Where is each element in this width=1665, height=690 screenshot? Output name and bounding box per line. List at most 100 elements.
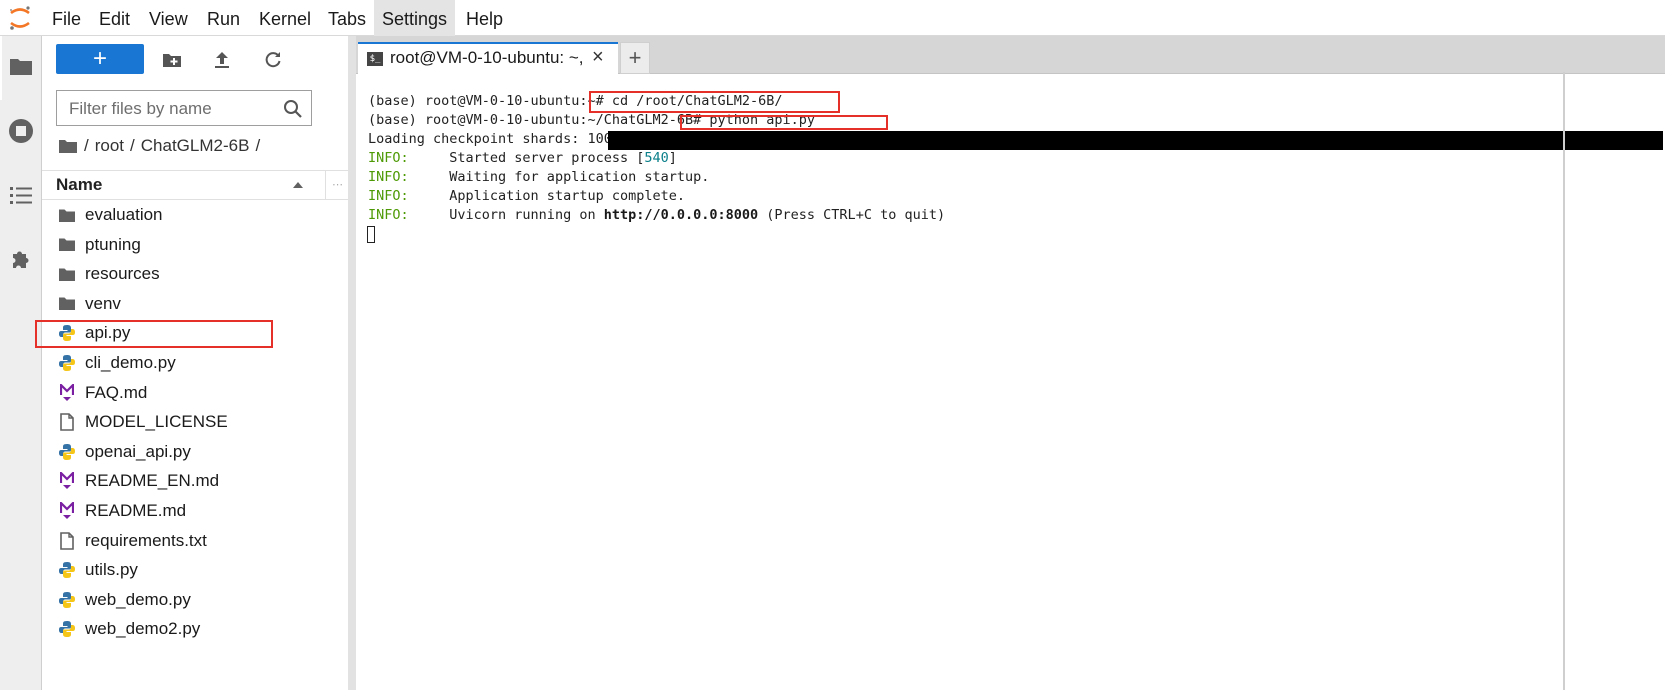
tab-label: root@VM-0-10-ubuntu: ~,: [390, 48, 584, 67]
file-name: cli_demo.py: [85, 353, 176, 372]
upload-button[interactable]: [210, 48, 234, 72]
python-file-icon: [58, 443, 76, 461]
python-file-icon: [58, 561, 76, 579]
file-item[interactable]: utils.py: [42, 556, 348, 585]
file-item[interactable]: README_EN.md: [42, 467, 348, 496]
file-browser-toolbar: +: [42, 36, 348, 86]
menu-edit[interactable]: Edit: [91, 0, 138, 36]
info-tag: INFO:: [368, 188, 409, 204]
breadcrumb-root[interactable]: root: [95, 136, 124, 156]
file-item[interactable]: openai_api.py: [42, 438, 348, 467]
process-id: 540: [644, 150, 669, 166]
file-name: venv: [85, 293, 121, 313]
folder-icon: [58, 236, 76, 254]
file-item[interactable]: web_demo.py: [42, 586, 348, 615]
terminal-output[interactable]: (base) root@VM-0-10-ubuntu:~# cd /root/C…: [356, 82, 1665, 690]
terminal-line: INFO: Application startup complete.: [368, 187, 685, 206]
menu-kernel[interactable]: Kernel: [251, 0, 319, 36]
menu-settings[interactable]: Settings: [374, 0, 456, 36]
menu-help[interactable]: Help: [458, 0, 511, 36]
info-tag: INFO:: [368, 207, 409, 223]
folder-item[interactable]: resources: [42, 260, 348, 289]
extensions-tab[interactable]: [6, 245, 36, 275]
stop-circle-icon: [9, 119, 33, 143]
breadcrumb: / root / ChatGLM2-6B /: [58, 134, 260, 158]
new-folder-icon: [163, 54, 181, 67]
info-tag: INFO:: [368, 169, 409, 185]
file-item[interactable]: requirements.txt: [42, 527, 348, 556]
file-name: README.md: [85, 501, 187, 520]
terminal-prompt: (base) root@VM-0-10-ubuntu:~#: [368, 93, 612, 109]
terminal-prompt: (base) root@VM-0-10-ubuntu:~/ChatGLM2-6B…: [368, 112, 710, 128]
loading-progress-bar: [608, 131, 1663, 150]
refresh-button[interactable]: [261, 48, 285, 72]
folder-icon: [10, 59, 32, 75]
panel-splitter[interactable]: [348, 36, 356, 690]
main-area: $_ root@VM-0-10-ubuntu: ~, × + (base) ro…: [356, 36, 1665, 690]
breadcrumb-separator: /: [255, 136, 261, 155]
main-scrollbar[interactable]: [1563, 72, 1565, 690]
close-icon[interactable]: ×: [592, 46, 604, 69]
plus-icon: +: [92, 45, 107, 72]
toc-tab[interactable]: [6, 180, 36, 210]
menu-tabs[interactable]: Tabs: [320, 0, 374, 36]
terminal-line: INFO: Waiting for application startup.: [368, 168, 709, 187]
file-icon: [58, 413, 76, 431]
filter-files-field[interactable]: [56, 90, 312, 126]
file-browser-panel: + / root / ChatGLM2-6B / Name ⋯ evaluati…: [42, 36, 348, 690]
log-text: Uvicorn running on: [408, 207, 604, 223]
sort-asc-icon[interactable]: [292, 181, 304, 189]
upload-icon: [215, 52, 229, 68]
folder-icon: [58, 265, 76, 283]
running-tab[interactable]: [6, 116, 36, 146]
tab-terminal[interactable]: $_ root@VM-0-10-ubuntu: ~, ×: [358, 42, 618, 74]
file-item[interactable]: README.md: [42, 497, 348, 526]
menu-run[interactable]: Run: [199, 0, 248, 36]
new-folder-button[interactable]: [160, 48, 184, 72]
file-item[interactable]: cli_demo.py: [42, 349, 348, 378]
add-tab-button[interactable]: +: [620, 42, 650, 74]
file-name: requirements.txt: [85, 530, 207, 550]
breadcrumb-separator: /: [84, 136, 89, 155]
menu-file[interactable]: File: [44, 0, 89, 36]
menu-view[interactable]: View: [141, 0, 196, 36]
terminal-line: INFO: Started server process [540]: [368, 149, 677, 168]
list-icon: [10, 187, 32, 204]
terminal-line: Loading checkpoint shards: 100%|: [368, 130, 628, 149]
file-name: ptuning: [85, 234, 141, 254]
folder-item[interactable]: ptuning: [42, 231, 348, 260]
file-name: evaluation: [85, 205, 163, 224]
file-name: web_demo2.py: [85, 619, 201, 639]
folder-icon[interactable]: [58, 138, 78, 154]
activity-active-indicator: [0, 36, 2, 100]
python-file-icon: [58, 591, 76, 609]
markdown-file-icon: [58, 472, 76, 490]
log-text: Waiting for application startup.: [408, 169, 710, 185]
tab-panel-header: [356, 74, 1665, 82]
file-list-header: Name ⋯: [42, 170, 348, 200]
file-item[interactable]: FAQ.md: [42, 379, 348, 408]
file-browser-tab[interactable]: [6, 51, 36, 81]
search-icon: [284, 100, 302, 118]
file-name: utils.py: [85, 560, 138, 580]
new-launcher-button[interactable]: +: [56, 44, 144, 74]
file-item[interactable]: web_demo2.py: [42, 615, 348, 644]
filter-files-input[interactable]: [67, 95, 271, 123]
file-name: MODEL_LICENSE: [85, 412, 228, 432]
breadcrumb-chatglm[interactable]: ChatGLM2-6B: [141, 136, 250, 156]
server-url-link[interactable]: http://0.0.0.0:8000: [604, 207, 758, 223]
folder-icon: [58, 295, 76, 313]
file-name: resources: [85, 264, 160, 284]
more-columns-handle[interactable]: ⋯: [325, 171, 349, 199]
name-column-header[interactable]: Name: [56, 175, 102, 195]
refresh-icon: [265, 52, 281, 68]
file-name: FAQ.md: [85, 382, 148, 402]
file-item[interactable]: MODEL_LICENSE: [42, 408, 348, 437]
python-file-icon: [58, 620, 76, 638]
folder-item[interactable]: evaluation: [42, 201, 348, 230]
jupyter-logo-icon[interactable]: [8, 5, 32, 31]
terminal-cursor: [367, 226, 375, 243]
folder-item[interactable]: venv: [42, 290, 348, 319]
tab-bar: $_ root@VM-0-10-ubuntu: ~, × +: [356, 36, 1665, 74]
log-text: Started server process [: [408, 150, 645, 166]
